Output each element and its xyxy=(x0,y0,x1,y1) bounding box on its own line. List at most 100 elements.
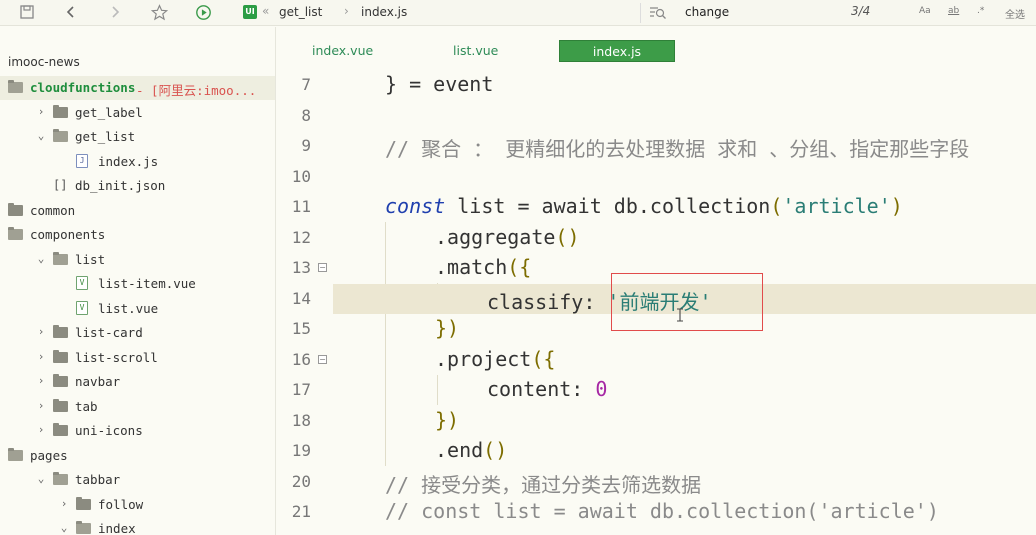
regex-toggle[interactable]: .* xyxy=(977,6,984,16)
tree-item-label: get_list xyxy=(75,129,136,144)
project-name[interactable]: imooc-news xyxy=(8,55,80,69)
code-text: .match({ xyxy=(435,255,531,279)
folder-icon xyxy=(53,423,68,436)
breadcrumb-file[interactable]: index.js xyxy=(361,5,407,19)
tree-item[interactable]: ⌄ list xyxy=(0,248,275,272)
code-token: classify: xyxy=(487,289,608,314)
chevron-right-icon[interactable]: › xyxy=(36,374,46,388)
folder-icon xyxy=(8,202,23,216)
code-line: 17 content: 0 xyxy=(277,375,1036,406)
code-line: 20 // 接受分类，通过分类去筛选数据 xyxy=(277,467,1036,498)
tree-item[interactable]: › tab xyxy=(0,395,275,419)
text-cursor-icon xyxy=(676,308,684,326)
whole-word-toggle[interactable]: ab xyxy=(948,6,959,16)
paren: () xyxy=(483,438,508,462)
tree-item[interactable]: › uni-icons xyxy=(0,419,275,443)
chevron-down-icon[interactable]: ⌄ xyxy=(59,521,69,535)
code-token: content: xyxy=(487,377,596,401)
cloud-provider-label: - [阿里云:imoo... xyxy=(136,83,257,98)
folder-open-icon xyxy=(8,80,23,93)
forward-icon[interactable] xyxy=(106,4,124,22)
tree-item[interactable]: › navbar xyxy=(0,370,275,394)
folder-open-icon xyxy=(53,472,68,485)
tree-item[interactable]: Vlist-item.vue xyxy=(0,272,275,296)
tree-item-label: list-card xyxy=(75,325,143,340)
find-replace-icon[interactable] xyxy=(649,5,666,21)
line-number: 13 xyxy=(291,258,311,277)
tree-item-label: list-item.vue xyxy=(98,276,196,291)
tree-item[interactable]: Jindex.js xyxy=(0,150,275,174)
folder-open-icon xyxy=(76,521,91,534)
chevron-right-icon[interactable]: › xyxy=(36,105,46,119)
tree-item-label: pages xyxy=(30,447,68,463)
tree-item[interactable]: cloudfunctions - [阿里云:imoo... xyxy=(0,76,275,100)
code-token: .aggregate xyxy=(435,224,556,249)
fold-toggle-icon[interactable]: − xyxy=(318,263,327,272)
tree-item[interactable]: ⌄ get_list xyxy=(0,125,275,149)
tree-item-label: cloudfunctions xyxy=(30,80,136,95)
tree-item[interactable]: common xyxy=(0,199,275,223)
chevron-down-icon[interactable]: ⌄ xyxy=(36,129,46,143)
save-icon[interactable] xyxy=(18,4,36,22)
find-match-count: 3/4 xyxy=(851,4,871,18)
code-token: }) xyxy=(435,316,460,340)
tree-item[interactable]: › follow xyxy=(0,493,275,517)
tree-item-label: navbar xyxy=(75,374,121,389)
tree-item[interactable]: Vlist.vue xyxy=(0,297,275,321)
line-number: 9 xyxy=(301,136,311,155)
folder-icon xyxy=(53,374,68,387)
tree-item[interactable]: components xyxy=(0,223,275,247)
chevron-right-icon[interactable]: › xyxy=(36,325,46,339)
find-input[interactable]: change xyxy=(685,5,729,19)
tree-item-label: db_init.json xyxy=(75,178,166,193)
line-number: 7 xyxy=(301,75,311,94)
tree-item[interactable]: ⌄ index xyxy=(0,517,275,535)
tree-item-label: tab xyxy=(75,398,98,414)
tree-item-label: components xyxy=(30,227,106,242)
chevron-right-icon[interactable]: › xyxy=(59,497,69,511)
tree-item[interactable]: › get_label xyxy=(0,101,275,125)
folder-open-icon xyxy=(53,129,68,142)
tree-item[interactable]: ⌄ tabbar xyxy=(0,468,275,492)
back-icon[interactable] xyxy=(62,4,80,22)
paren: ({ xyxy=(507,255,532,279)
code-token: await xyxy=(541,194,602,218)
chevron-right-icon[interactable]: › xyxy=(36,350,46,364)
select-all-matches-button[interactable]: 全选 xyxy=(1005,6,1025,21)
line-number: 18 xyxy=(291,410,311,430)
brace: } xyxy=(385,72,398,96)
paren: ({ xyxy=(531,346,556,371)
tree-item[interactable]: [] db_init.json xyxy=(0,174,275,198)
chevron-down-icon[interactable]: ⌄ xyxy=(36,252,46,266)
code-text: } = event xyxy=(385,72,493,96)
star-icon[interactable] xyxy=(150,4,168,22)
folder-open-icon xyxy=(8,447,23,461)
tab-index-vue[interactable]: index.vue xyxy=(312,40,373,62)
tree-item[interactable]: pages xyxy=(0,444,275,468)
code-line: 12 .aggregate() xyxy=(277,223,1036,254)
code-line: 21 // const list = await db.collection('… xyxy=(277,497,1036,528)
chevron-down-icon[interactable]: ⌄ xyxy=(36,472,46,486)
tree-item-label: index xyxy=(98,521,136,535)
breadcrumb-folder[interactable]: get_list xyxy=(279,5,322,19)
code-comment: // 聚合 ： 更精细化的去处理数据 求和 、分组、指定那些字段 xyxy=(385,137,970,161)
vue-file-icon: V xyxy=(76,276,88,290)
code-line: 19 .end() xyxy=(277,436,1036,467)
js-file-icon: J xyxy=(76,153,88,168)
number-literal: 0 xyxy=(595,377,608,401)
tree-item-label: follow xyxy=(98,496,144,512)
chevron-right-icon[interactable]: › xyxy=(36,423,46,437)
run-icon[interactable] xyxy=(194,4,212,22)
line-number: 21 xyxy=(291,502,311,521)
tree-item-label: list-scroll xyxy=(75,349,158,365)
match-case-toggle[interactable]: Aa xyxy=(919,6,931,16)
code-line: 11 const list = await db.collection('art… xyxy=(277,192,1036,223)
tab-index-js[interactable]: index.js xyxy=(559,40,675,62)
chevron-right-icon[interactable]: › xyxy=(36,399,46,413)
breadcrumb-separator: « xyxy=(262,4,270,18)
tree-item[interactable]: › list-card xyxy=(0,321,275,345)
tree-item[interactable]: › list-scroll xyxy=(0,346,275,370)
divider xyxy=(640,3,641,23)
fold-toggle-icon[interactable]: − xyxy=(318,354,327,364)
tab-list-vue[interactable]: list.vue xyxy=(453,40,498,62)
